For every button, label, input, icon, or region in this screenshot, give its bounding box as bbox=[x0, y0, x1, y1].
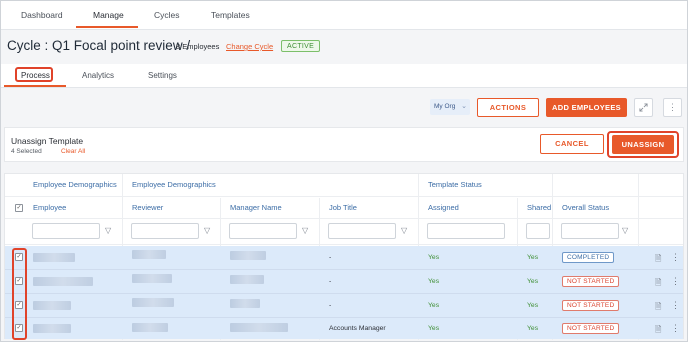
screenshot-border bbox=[0, 0, 688, 342]
